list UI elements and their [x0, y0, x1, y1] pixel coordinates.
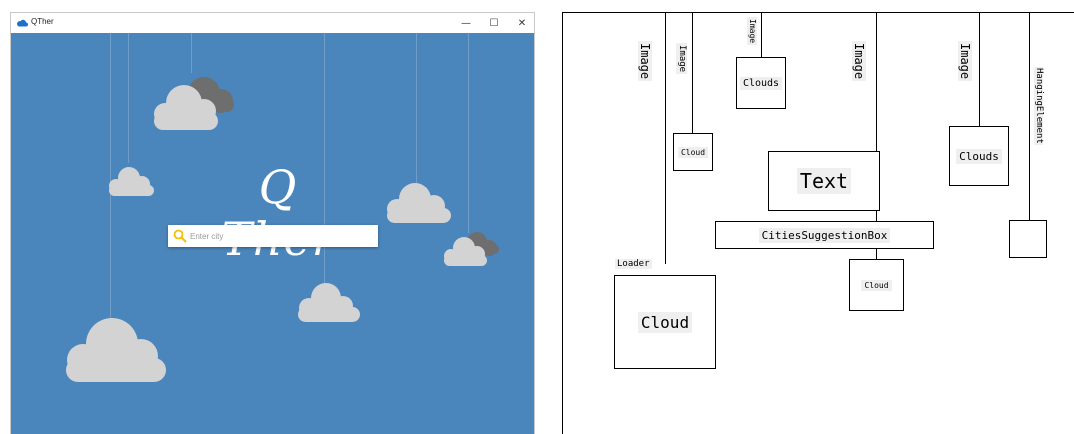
hanging-line — [692, 13, 693, 133]
loader-box: Cloud — [614, 275, 716, 369]
hanging-rope — [191, 33, 192, 73]
text-box: Text — [768, 151, 880, 211]
cloud-app-icon — [16, 19, 28, 27]
clouds-box: Clouds — [949, 126, 1009, 186]
image-label: Image — [958, 41, 972, 82]
minimize-button[interactable]: — — [452, 13, 480, 33]
search-icon — [173, 229, 187, 243]
hanging-line — [979, 13, 980, 126]
hanging-rope — [468, 33, 469, 233]
text-label: Text — [796, 168, 852, 194]
clouds-label: Clouds — [739, 76, 783, 90]
app-window: QTher — ☐ ✕ Q Enter city — [10, 12, 535, 434]
hanging-line — [876, 249, 877, 259]
clouds-label: Clouds — [956, 148, 1002, 164]
city-search-input[interactable] — [190, 225, 370, 247]
cloud-box: Cloud — [849, 259, 904, 311]
hanging-line — [876, 211, 877, 221]
cities-suggestion-box: CitiesSuggestionBox — [715, 221, 934, 249]
hanging-element-label: HangingElement — [1034, 67, 1044, 145]
minimize-icon: — — [461, 17, 471, 29]
maximize-icon: ☐ — [489, 17, 499, 29]
cloud-label: Cloud — [637, 311, 693, 333]
cloud-box: Cloud — [673, 133, 713, 171]
hanging-element-box — [1009, 220, 1047, 258]
maximize-button[interactable]: ☐ — [480, 13, 508, 33]
cloud-icon — [154, 77, 234, 130]
hanging-line — [761, 13, 762, 57]
city-search-box[interactable] — [168, 225, 378, 247]
hanging-line — [1029, 13, 1030, 220]
cloud-label: Cloud — [861, 279, 892, 291]
cloud-icon — [387, 183, 451, 223]
cloud-icon — [109, 167, 154, 196]
hanging-rope — [128, 33, 129, 163]
hanging-rope — [416, 33, 417, 183]
close-button[interactable]: ✕ — [508, 13, 534, 33]
hanging-line — [665, 13, 666, 264]
cloud-label: Cloud — [677, 146, 709, 158]
app-background: Q Ther — [11, 33, 534, 434]
app-logo: Q Ther — [221, 160, 334, 265]
window-title: QTher — [31, 17, 54, 26]
close-icon: ✕ — [517, 17, 527, 29]
image-label: Image — [852, 41, 866, 82]
image-label: Image — [638, 41, 652, 82]
clouds-box: Clouds — [736, 57, 786, 109]
image-label: Image — [747, 17, 757, 46]
cloud-icon — [298, 283, 360, 322]
image-label: Image — [676, 43, 687, 75]
cities-suggestion-label: CitiesSuggestionBox — [758, 227, 891, 243]
cloud-icon — [444, 232, 499, 266]
title-bar[interactable]: QTher — ☐ ✕ — [11, 13, 534, 33]
cloud-icon — [66, 318, 166, 382]
hanging-line — [876, 13, 877, 151]
layout-diagram: Image Image Image Image Image HangingEle… — [562, 12, 1074, 434]
loader-label: Loader — [615, 259, 652, 269]
